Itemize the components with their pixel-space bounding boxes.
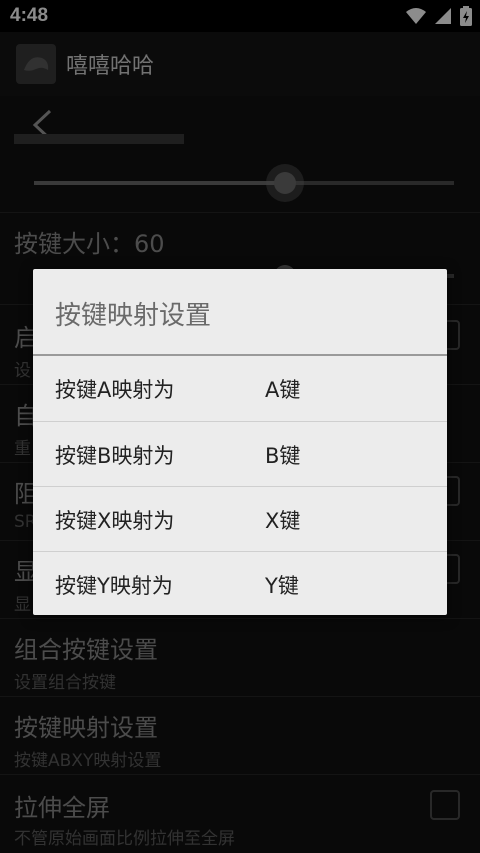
mapping-row-b[interactable]: 按键B映射为 B键 bbox=[33, 421, 447, 485]
mapping-value: B键 bbox=[265, 444, 301, 468]
mapping-value: Y键 bbox=[265, 574, 299, 598]
mapping-label: 按键A映射为 bbox=[55, 378, 175, 402]
mapping-label: 按键X映射为 bbox=[55, 509, 175, 533]
key-mapping-dialog: 按键映射设置 按键A映射为 A键 按键B映射为 B键 按键X映射为 X键 按键Y… bbox=[33, 269, 447, 615]
mapping-label: 按键Y映射为 bbox=[55, 574, 173, 598]
mapping-row-y[interactable]: 按键Y映射为 Y键 bbox=[33, 551, 447, 615]
mapping-label: 按键B映射为 bbox=[55, 444, 175, 468]
mapping-row-x[interactable]: 按键X映射为 X键 bbox=[33, 486, 447, 550]
mapping-value: X键 bbox=[265, 509, 301, 533]
mapping-value: A键 bbox=[265, 378, 301, 402]
dialog-title: 按键映射设置 bbox=[55, 301, 212, 331]
mapping-row-a[interactable]: 按键A映射为 A键 bbox=[33, 356, 447, 420]
